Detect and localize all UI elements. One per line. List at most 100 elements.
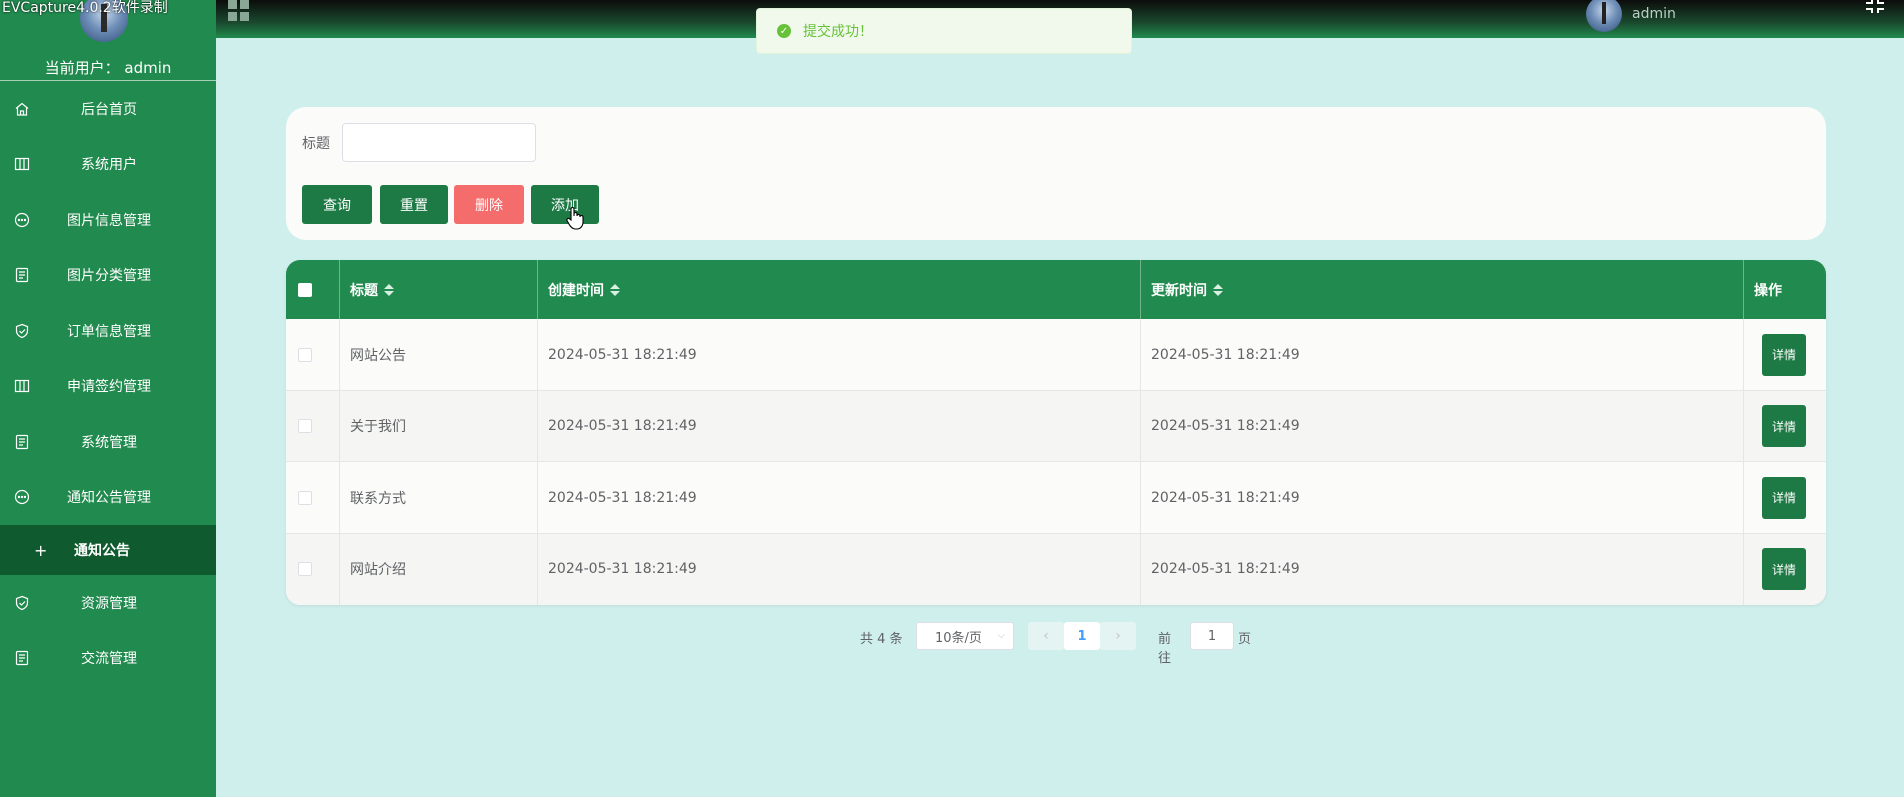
goto-page-input[interactable] — [1190, 622, 1234, 650]
updated-cell: 2024-05-31 18:21:49 — [1141, 462, 1744, 533]
chevron-left-icon: ‹ — [1043, 628, 1049, 644]
row-checkbox[interactable] — [298, 419, 312, 433]
notice-table: 标题 创建时间 更新时间 操作 网站公告 2024-05-31 18:21:49… — [286, 260, 1826, 605]
reset-button[interactable]: 重置 — [380, 185, 448, 224]
sidebar-item-label: 订单信息管理 — [67, 323, 151, 340]
hand-cursor-icon — [566, 206, 584, 230]
sidebar-item-system-manage[interactable]: 系统管理 — [0, 414, 216, 470]
header-username[interactable]: admin — [1632, 6, 1676, 22]
row-select-cell — [286, 319, 340, 390]
detail-button[interactable]: 详情 — [1762, 405, 1806, 447]
title-filter-label: 标题 — [302, 136, 330, 152]
current-user-label: 当前用户： admin — [44, 59, 172, 77]
sidebar-item-label: 通知公告管理 — [67, 490, 151, 507]
sidebar-item-image-category[interactable]: 图片分类管理 — [0, 248, 216, 304]
action-cell: 详情 — [1744, 319, 1826, 390]
sidebar-item-label: 图片分类管理 — [67, 268, 151, 285]
sidebar-item-image-info[interactable]: 图片信息管理 — [0, 192, 216, 248]
home-icon — [14, 101, 30, 117]
prev-page-button[interactable]: ‹ — [1028, 622, 1064, 650]
sidebar-item-resource[interactable]: 资源管理 — [0, 575, 216, 631]
sort-icon[interactable] — [384, 283, 394, 296]
action-cell: 详情 — [1744, 391, 1826, 462]
sidebar-item-notice-manage[interactable]: 通知公告管理 — [0, 470, 216, 526]
search-panel: 标题 查询 重置 删除 添加 — [286, 107, 1826, 240]
row-checkbox[interactable] — [298, 347, 312, 362]
recording-watermark: EVCapture4.0.2软件录制 — [2, 0, 168, 16]
column-header-label: 操作 — [1754, 282, 1782, 299]
column-header-title[interactable]: 标题 — [340, 260, 538, 319]
row-select-cell — [286, 533, 340, 605]
row-checkbox[interactable] — [298, 562, 312, 576]
pagination-total: 共 4 条 — [860, 632, 903, 647]
document-icon — [14, 267, 30, 283]
sidebar-item-label: 系统用户 — [81, 157, 137, 174]
sidebar-item-home[interactable]: 后台首页 — [0, 81, 216, 137]
column-header-action: 操作 — [1744, 260, 1826, 319]
columns-icon — [14, 156, 30, 172]
sidebar-item-order-info[interactable]: 订单信息管理 — [0, 303, 216, 359]
chevron-down-icon: ⌵ — [997, 630, 1005, 641]
goto-label: 前往 — [1158, 632, 1172, 666]
title-cell: 网站公告 — [340, 319, 538, 390]
columns-icon — [14, 378, 30, 394]
sidebar-item-label: 交流管理 — [81, 651, 137, 668]
query-button[interactable]: 查询 — [302, 185, 372, 224]
title-cell: 网站介绍 — [340, 533, 538, 605]
column-header-label: 创建时间 — [548, 282, 604, 299]
document-icon — [14, 650, 30, 666]
created-cell: 2024-05-31 18:21:49 — [538, 533, 1141, 605]
sidebar: 当前用户： admin 后台首页 系统用户 图片信息管理 图片分类管理 订单信息… — [0, 0, 216, 797]
detail-button[interactable]: 详情 — [1762, 548, 1806, 590]
title-cell: 联系方式 — [340, 462, 538, 533]
add-button[interactable]: 添加 — [531, 185, 599, 224]
shield-check-icon — [14, 323, 30, 339]
sidebar-item-label: 图片信息管理 — [67, 212, 151, 229]
title-filter-input[interactable] — [342, 123, 536, 162]
document-icon — [14, 434, 30, 450]
sidebar-item-exchange[interactable]: 交流管理 — [0, 631, 216, 687]
column-header-created[interactable]: 创建时间 — [538, 260, 1141, 319]
row-checkbox[interactable] — [298, 490, 312, 505]
updated-cell: 2024-05-31 18:21:49 — [1141, 319, 1744, 390]
created-cell: 2024-05-31 18:21:49 — [538, 462, 1141, 533]
fullscreen-icon[interactable] — [1864, 0, 1886, 13]
menu-toggle-icon[interactable] — [228, 0, 250, 22]
column-header-label: 标题 — [350, 282, 378, 299]
select-all-checkbox[interactable] — [298, 282, 312, 297]
next-page-button[interactable]: › — [1100, 622, 1136, 650]
page-unit-label: 页 — [1238, 632, 1252, 647]
column-header-updated[interactable]: 更新时间 — [1141, 260, 1744, 319]
action-cell: 详情 — [1744, 462, 1826, 533]
page-number-current[interactable]: 1 — [1064, 622, 1100, 650]
title-cell: 关于我们 — [340, 390, 538, 462]
check-circle-icon: ✓ — [777, 24, 791, 38]
column-header-label: 更新时间 — [1151, 282, 1207, 299]
detail-button[interactable]: 详情 — [1762, 476, 1806, 519]
detail-button[interactable]: 详情 — [1762, 333, 1806, 376]
created-cell: 2024-05-31 18:21:49 — [538, 319, 1141, 390]
sidebar-item-label: 后台首页 — [81, 101, 137, 118]
page-size-value: 10条/页 — [935, 630, 982, 646]
sidebar-item-label: 申请签约管理 — [67, 379, 151, 396]
updated-cell: 2024-05-31 18:21:49 — [1141, 533, 1744, 605]
sort-icon[interactable] — [610, 283, 620, 296]
shield-check-icon — [14, 595, 30, 611]
sidebar-subitem-notice[interactable]: + 通知公告 — [0, 525, 216, 575]
sidebar-item-label: 系统管理 — [81, 434, 137, 451]
chat-dots-icon — [14, 212, 30, 228]
page-size-select[interactable]: 10条/页 ⌵ — [916, 622, 1014, 650]
chat-dots-icon — [14, 489, 30, 505]
created-cell: 2024-05-31 18:21:49 — [538, 390, 1141, 462]
success-toast: ✓ 提交成功！ — [756, 8, 1132, 54]
table-row: 联系方式 2024-05-31 18:21:49 2024-05-31 18:2… — [286, 462, 1826, 534]
toast-message: 提交成功！ — [803, 24, 873, 40]
header-avatar[interactable] — [1586, 0, 1622, 32]
sidebar-item-system-users[interactable]: 系统用户 — [0, 137, 216, 193]
sidebar-menu: 后台首页 系统用户 图片信息管理 图片分类管理 订单信息管理 申请签约管理 系统… — [0, 81, 216, 686]
delete-button[interactable]: 删除 — [454, 185, 524, 224]
sort-icon[interactable] — [1213, 283, 1223, 296]
table-row: 关于我们 2024-05-31 18:21:49 2024-05-31 18:2… — [286, 390, 1826, 462]
sidebar-subitem-label: 通知公告 — [74, 543, 130, 559]
sidebar-item-contract[interactable]: 申请签约管理 — [0, 359, 216, 415]
